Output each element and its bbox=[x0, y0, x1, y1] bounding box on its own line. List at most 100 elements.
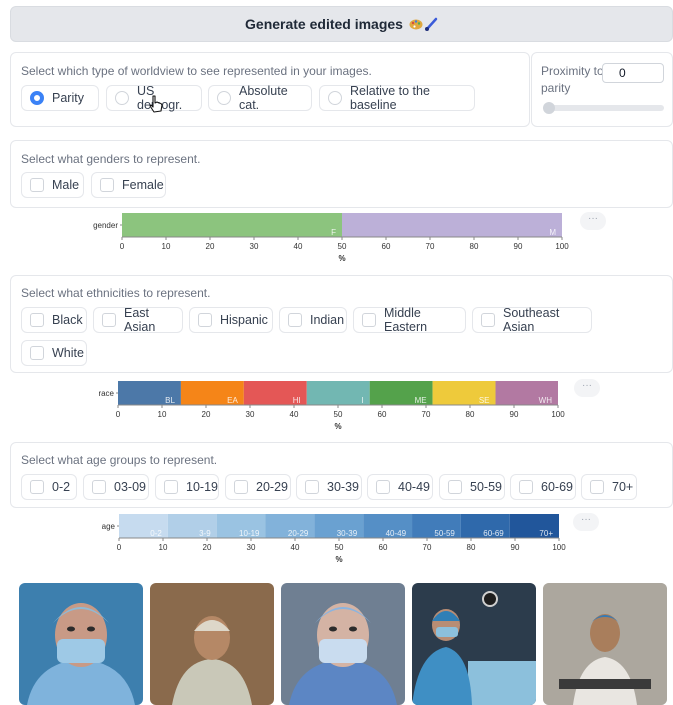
age-option-50-59[interactable]: 50-59 bbox=[439, 474, 505, 500]
eye bbox=[329, 626, 337, 632]
generated-image-2[interactable] bbox=[150, 583, 274, 705]
x-tick-label: 10 bbox=[158, 410, 167, 419]
radio-unchecked-icon bbox=[328, 91, 342, 105]
genders-label: Select what genders to represent. bbox=[21, 152, 201, 166]
segment-label: F bbox=[331, 228, 336, 237]
proximity-slider-track[interactable] bbox=[544, 105, 664, 111]
ethnicity-option-black[interactable]: Black bbox=[21, 307, 87, 333]
worldview-option-label: Absolute cat. bbox=[239, 84, 288, 112]
age-option-0-2[interactable]: 0-2 bbox=[21, 474, 77, 500]
worldview-option-relative[interactable]: Relative to the baseline bbox=[319, 84, 475, 112]
x-tick-label: 40 bbox=[294, 242, 303, 251]
checkbox-icon bbox=[590, 480, 604, 494]
race-chart: race BL EA HI I ME SE WH 0 10 20 30 40 50 60 70 80 90 100% bbox=[56, 376, 576, 438]
bar-segment-m bbox=[342, 213, 562, 237]
x-tick-label: 10 bbox=[159, 543, 168, 552]
worldview-option-absolute[interactable]: Absolute cat. bbox=[208, 84, 312, 112]
x-tick-label: 90 bbox=[514, 242, 523, 251]
generated-image-5[interactable] bbox=[543, 583, 667, 705]
gender-chart-more-button[interactable]: ··· bbox=[580, 212, 606, 230]
ethnicity-option-label: Hispanic bbox=[220, 313, 268, 327]
proximity-panel: Proximity to parity 0 bbox=[531, 52, 673, 127]
segment-label: 0-2 bbox=[150, 529, 162, 538]
ethnicity-option-label: East Asian bbox=[124, 306, 156, 334]
segment-label: ME bbox=[415, 396, 427, 405]
ethnicity-option-middle-eastern[interactable]: Middle Eastern bbox=[353, 306, 466, 334]
gender-option-female[interactable]: Female bbox=[91, 172, 166, 198]
worldview-option-parity[interactable]: Parity bbox=[21, 85, 99, 111]
chair-arm bbox=[559, 679, 651, 689]
paintbrush-icon bbox=[424, 17, 438, 31]
ethnicity-option-label: White bbox=[52, 346, 84, 360]
checkbox-icon bbox=[305, 480, 319, 494]
checkbox-icon bbox=[100, 178, 114, 192]
x-tick-label: 10 bbox=[162, 242, 171, 251]
ethnicity-option-southeast-asian[interactable]: Southeast Asian bbox=[472, 306, 592, 334]
surgeon-operating-photo bbox=[412, 583, 536, 705]
age-option-40-49[interactable]: 40-49 bbox=[367, 474, 433, 500]
age-option-label: 40-49 bbox=[398, 480, 430, 494]
worldview-option-label: US demogr. bbox=[137, 84, 182, 112]
proximity-number-input[interactable]: 0 bbox=[602, 63, 664, 83]
gender-option-label: Female bbox=[122, 178, 164, 192]
ethnicity-option-indian[interactable]: Indian bbox=[279, 307, 347, 333]
proximity-slider-thumb[interactable] bbox=[543, 102, 555, 114]
palette-icon bbox=[409, 19, 423, 30]
genders-panel: Select what genders to represent. Male F… bbox=[10, 140, 673, 208]
face-mask bbox=[319, 639, 367, 663]
ages-panel: Select what age groups to represent. 0-2… bbox=[10, 442, 673, 508]
generated-image-3[interactable] bbox=[281, 583, 405, 705]
ethnicity-option-east-asian[interactable]: East Asian bbox=[93, 306, 183, 334]
age-option-10-19[interactable]: 10-19 bbox=[155, 474, 219, 500]
ethnicity-option-hispanic[interactable]: Hispanic bbox=[189, 307, 273, 333]
x-tick-label: 40 bbox=[290, 410, 299, 419]
gender-option-male[interactable]: Male bbox=[21, 172, 84, 198]
age-option-label: 20-29 bbox=[256, 480, 288, 494]
x-tick-label: 30 bbox=[246, 410, 255, 419]
operating-table bbox=[468, 661, 536, 705]
age-chart: age 0-2 3-9 10-19 20-29 30-39 40-49 50-59 60-69 7… bbox=[57, 509, 577, 571]
bar-segment-f bbox=[122, 213, 342, 237]
x-tick-label: 70 bbox=[426, 242, 435, 251]
x-tick-label: 30 bbox=[250, 242, 259, 251]
x-tick-label: 100 bbox=[555, 242, 569, 251]
age-option-label: 50-59 bbox=[470, 480, 502, 494]
ethnicity-option-label: Southeast Asian bbox=[503, 306, 560, 334]
age-option-30-39[interactable]: 30-39 bbox=[296, 474, 362, 500]
surgeon-masked-photo bbox=[281, 583, 405, 705]
generated-image-1[interactable] bbox=[19, 583, 143, 705]
bar-segment-i bbox=[306, 381, 370, 405]
worldview-option-label: Relative to the baseline bbox=[350, 84, 430, 112]
x-tick-label: 80 bbox=[470, 242, 479, 251]
x-tick-label: 80 bbox=[466, 410, 475, 419]
radio-unchecked-icon bbox=[115, 91, 129, 105]
age-chart-more-button[interactable]: ··· bbox=[573, 513, 599, 531]
x-axis-label: % bbox=[338, 254, 345, 263]
age-option-70-plus[interactable]: 70+ bbox=[581, 474, 637, 500]
generated-image-4[interactable] bbox=[412, 583, 536, 705]
age-option-20-29[interactable]: 20-29 bbox=[225, 474, 291, 500]
surgeon-closeup-photo bbox=[19, 583, 143, 705]
segment-label: BL bbox=[165, 396, 175, 405]
eye bbox=[87, 626, 95, 632]
age-option-label: 0-2 bbox=[52, 480, 71, 494]
x-tick-label: 90 bbox=[510, 410, 519, 419]
generate-button-label: Generate edited images bbox=[245, 16, 403, 32]
x-tick-label: 100 bbox=[552, 543, 566, 552]
gender-chart: gender F M 0 10 20 30 40 50 60 70 80 90 100% bbox=[60, 208, 580, 270]
ethnicities-panel: Select what ethnicities to represent. Bl… bbox=[10, 275, 673, 373]
age-option-label: 30-39 bbox=[327, 480, 359, 494]
y-axis-label: gender bbox=[93, 221, 118, 230]
race-chart-more-button[interactable]: ··· bbox=[574, 379, 600, 397]
gender-option-label: Male bbox=[52, 178, 80, 192]
age-option-label: 70+ bbox=[612, 480, 634, 494]
worldview-panel: Select which type of worldview to see re… bbox=[10, 52, 530, 127]
y-axis-label: race bbox=[98, 389, 114, 398]
checkbox-icon bbox=[376, 480, 390, 494]
age-option-03-09[interactable]: 03-09 bbox=[83, 474, 149, 500]
generate-edited-images-button[interactable]: Generate edited images bbox=[10, 6, 673, 42]
age-option-60-69[interactable]: 60-69 bbox=[510, 474, 576, 500]
checkbox-icon bbox=[362, 313, 376, 327]
ethnicity-option-white[interactable]: White bbox=[21, 340, 87, 366]
race-chart-svg: race BL EA HI I ME SE WH 0 10 20 30 40 50 60 70 80 90 100% bbox=[98, 381, 565, 431]
